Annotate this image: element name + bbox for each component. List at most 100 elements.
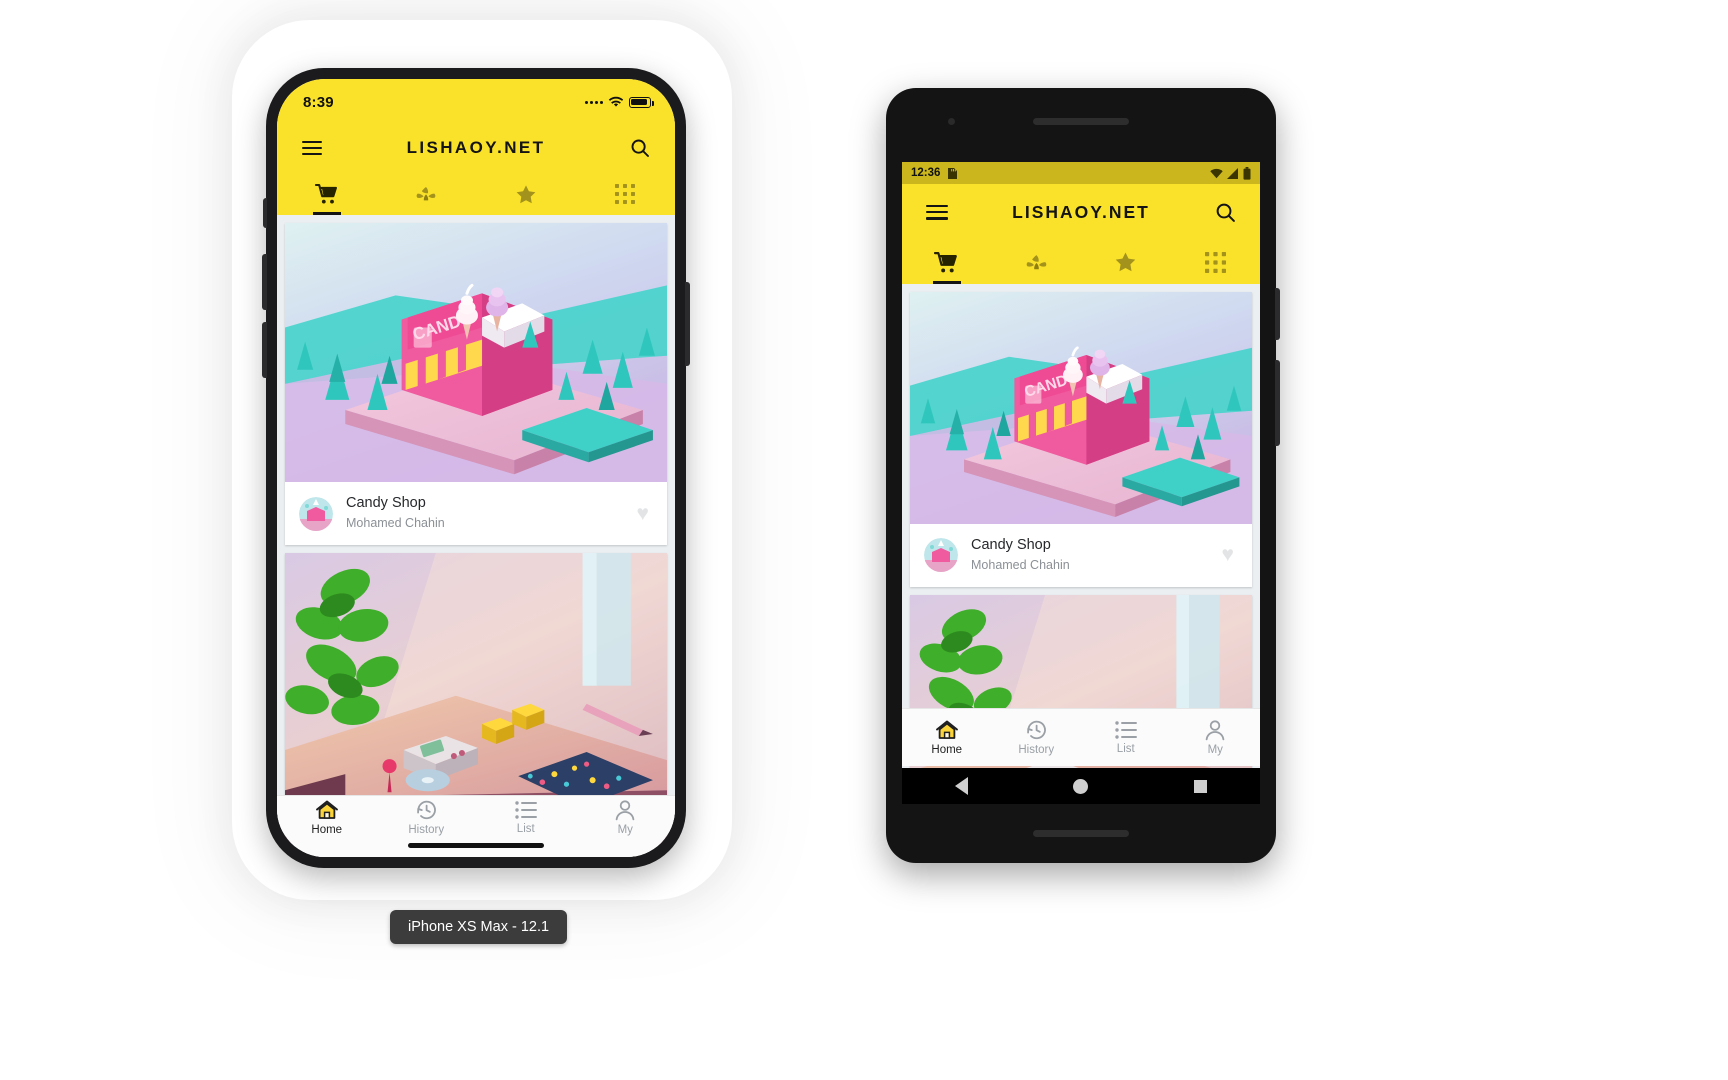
search-icon[interactable] [1208,195,1242,229]
bottom-speaker [1033,830,1129,837]
avatar [924,538,958,573]
bottom-nav-list[interactable]: List [476,796,576,839]
front-camera [948,118,955,125]
earpiece-speaker [1033,118,1129,125]
home-button[interactable] [1073,778,1089,794]
android-screen: 12:36 LISHAOY.NET CANDY Candy Shop Moham… [902,162,1260,802]
iphone-volume-down-button[interactable] [262,322,267,378]
card-text: Candy Shop Mohamed Chahin [971,536,1222,574]
card-meta: Candy Shop Mohamed Chahin ♥ [910,524,1252,586]
bottom-nav-home-label: Home [311,824,343,836]
status-time: 8:39 [303,93,334,111]
person-icon [615,800,635,821]
bottom-nav-my[interactable]: My [576,796,676,839]
star-icon [1115,252,1136,272]
iphone-body: 8:39 LISHAOY.NET CANDY Candy Shop Mohame… [262,68,690,868]
wifi-icon [608,96,624,107]
ios-status-bar: 8:39 [277,79,675,123]
ios-app-bar: LISHAOY.NET [277,123,675,173]
bottom-nav-history-label: History [408,824,445,836]
signal-bars-icon [1227,167,1238,179]
android-system-nav [902,768,1260,804]
android-power-button[interactable] [1275,288,1280,340]
iphone-power-button[interactable] [685,282,690,366]
search-icon[interactable] [623,131,657,165]
status-left: 12:36 [911,167,958,180]
tab-star[interactable] [476,173,576,215]
hamburger-menu-icon[interactable] [920,195,954,229]
bottom-nav-history[interactable]: History [992,709,1082,766]
bottom-nav-home[interactable]: Home [902,709,992,766]
grid-icon [1204,251,1226,273]
list-icon [515,801,537,819]
iphone-screen: 8:39 LISHAOY.NET CANDY Candy Shop Mohame… [277,79,675,857]
person-icon [1205,720,1225,741]
screenshot-stage: 8:39 LISHAOY.NET CANDY Candy Shop Mohame… [0,0,1728,1080]
bottom-nav-history-label: History [1018,744,1055,756]
iphone-device: 8:39 LISHAOY.NET CANDY Candy Shop Mohame… [232,20,732,900]
android-status-bar: 12:36 [902,162,1260,184]
leaf-icon [1026,254,1047,269]
shopping-cart-icon [934,251,958,272]
card-author: Mohamed Chahin [971,557,1070,572]
ios-category-tabs [277,173,675,215]
tab-grid[interactable] [576,173,676,215]
clock-history-icon [416,800,436,820]
tab-plant[interactable] [992,240,1082,284]
iphone-silent-switch[interactable] [263,198,267,228]
battery-icon [629,96,654,108]
bottom-nav-my-label: My [1207,744,1223,756]
tab-grid[interactable] [1171,240,1261,284]
iphone-volume-up-button[interactable] [262,254,267,310]
card-text: Candy Shop Mohamed Chahin [346,494,637,532]
tab-cart[interactable] [277,173,377,215]
card-author: Mohamed Chahin [346,515,445,530]
bottom-nav-home-label: Home [931,744,963,756]
home-icon [315,800,338,819]
sd-card-icon [948,167,958,179]
bottom-nav-list[interactable]: List [1081,709,1171,766]
android-category-tabs [902,240,1260,284]
candy-shop-image: CANDY [285,223,667,483]
list-icon [1115,721,1137,739]
android-volume-button[interactable] [1275,360,1280,446]
heart-icon[interactable]: ♥ [637,502,653,526]
status-right [1210,166,1251,180]
bottom-nav-list-label: List [516,823,535,835]
ios-feed[interactable]: CANDY Candy Shop Mohamed Chahin ♥ [277,215,675,857]
avatar [299,496,333,531]
clock-history-icon [1026,720,1046,740]
app-title: LISHAOY.NET [406,138,546,157]
android-body: 12:36 LISHAOY.NET CANDY Candy Shop Moham… [886,88,1280,863]
bottom-nav-history[interactable]: History [377,796,477,839]
bottom-nav-list-label: List [1116,743,1135,755]
card-title: Candy Shop [346,495,426,512]
tab-star[interactable] [1081,240,1171,284]
battery-icon [1243,166,1251,180]
wifi-icon [1210,168,1223,178]
shopping-cart-icon [314,183,337,204]
back-button[interactable] [954,777,968,795]
card-candy-shop[interactable]: CANDY Candy Shop Mohamed Chahin ♥ [285,223,667,545]
status-time: 12:36 [911,167,941,179]
hamburger-menu-icon[interactable] [295,131,329,165]
android-device: 12:36 LISHAOY.NET CANDY Candy Shop Moham… [886,88,1286,878]
recents-button[interactable] [1194,779,1208,793]
star-icon [516,184,536,203]
device-caption: iPhone XS Max - 12.1 [390,910,568,944]
bottom-nav-my-label: My [617,824,633,836]
tab-cart[interactable] [902,240,992,284]
candy-shop-image: CANDY [910,292,1252,525]
leaf-icon [416,187,436,201]
tab-plant[interactable] [377,173,477,215]
status-indicators [585,96,654,108]
heart-icon[interactable]: ♥ [1222,543,1238,567]
android-app-bar: LISHAOY.NET [902,184,1260,240]
bottom-nav-my[interactable]: My [1171,709,1261,766]
bottom-nav-home[interactable]: Home [277,796,377,839]
card-meta: Candy Shop Mohamed Chahin ♥ [285,482,667,544]
home-icon [935,720,958,739]
grid-icon [615,184,636,204]
app-title: LISHAOY.NET [1012,201,1150,222]
card-candy-shop[interactable]: CANDY Candy Shop Mohamed Chahin ♥ [910,292,1252,587]
